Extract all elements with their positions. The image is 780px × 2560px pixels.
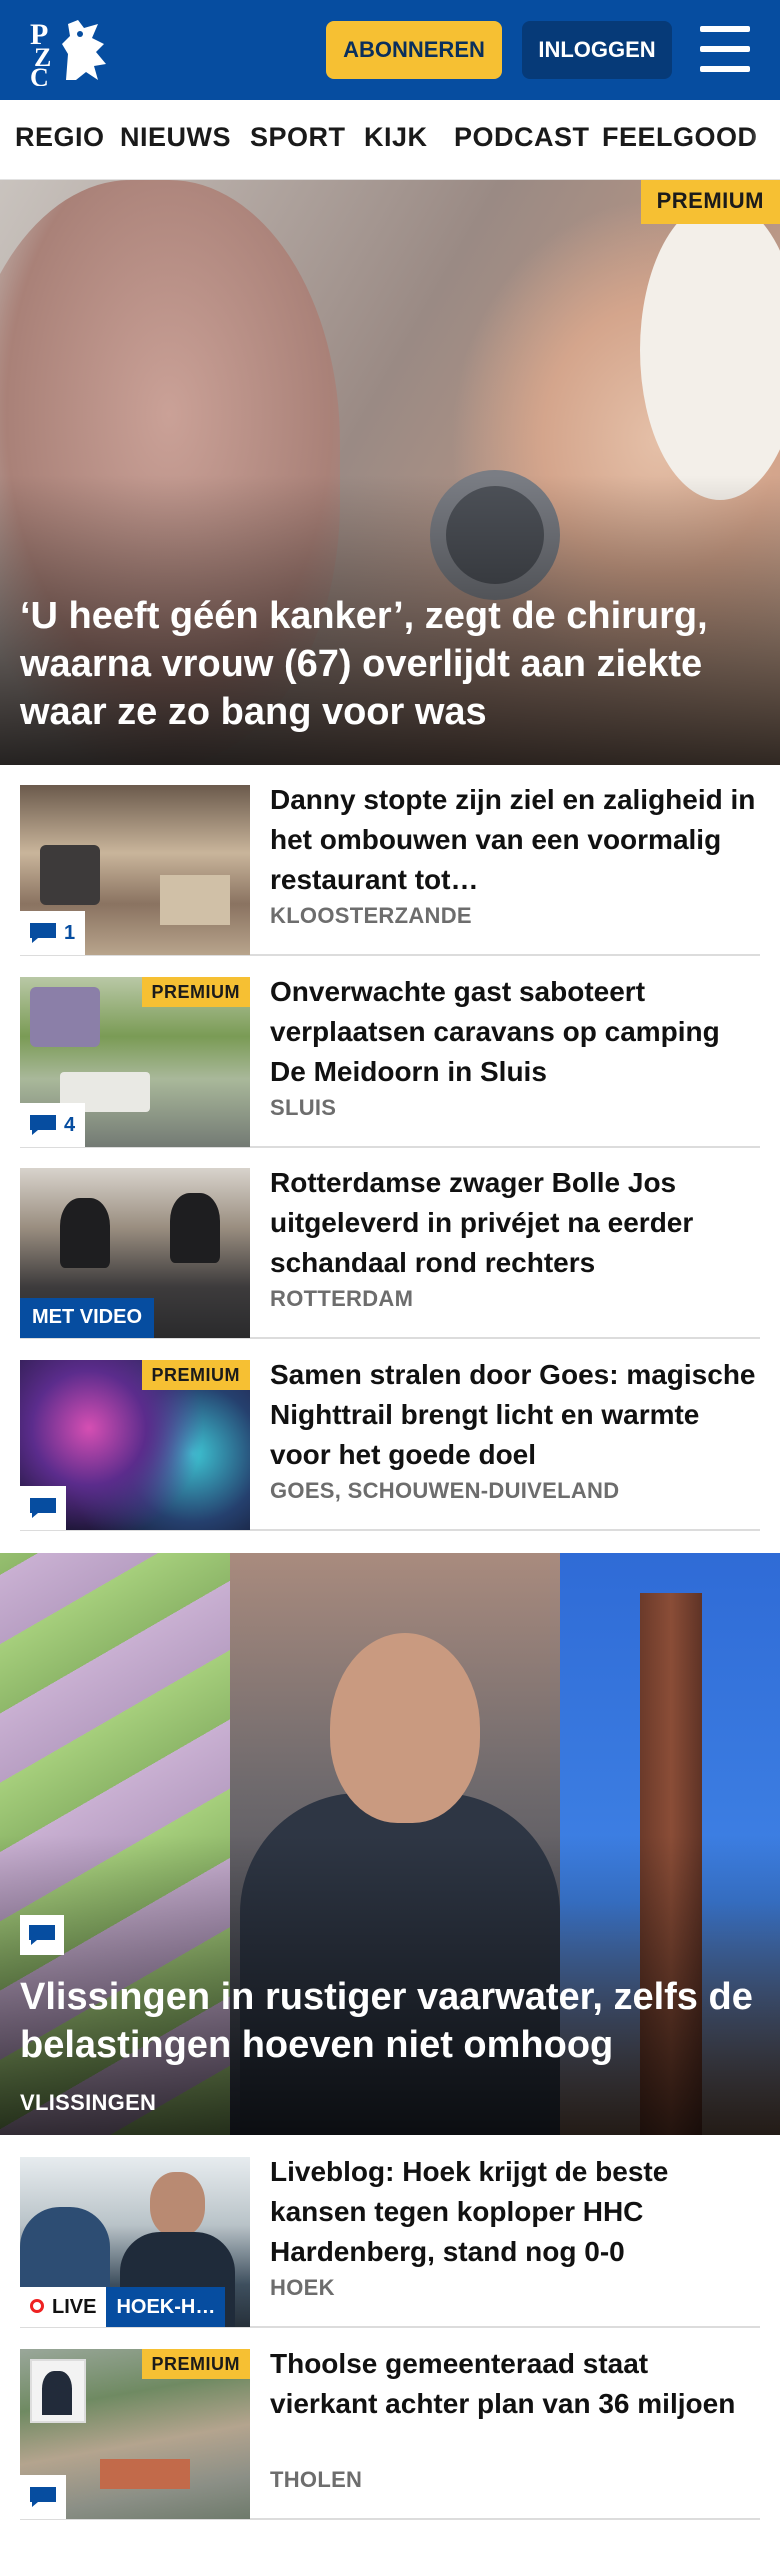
article-location: THOLEN bbox=[270, 2467, 363, 2492]
article-location: KLOOSTERZANDE bbox=[270, 903, 472, 928]
article-item[interactable]: PREMIUM 4 Onverwachte gast saboteert ver… bbox=[20, 972, 760, 1148]
article-title[interactable]: Rotterdamse zwager Bolle Jos uitgeleverd… bbox=[270, 1163, 760, 1283]
person-face-image bbox=[330, 1633, 480, 1823]
article-title[interactable]: Thoolse gemeenteraad staat vierkant acht… bbox=[270, 2344, 760, 2424]
video-badge: MET VIDEO bbox=[20, 1298, 155, 1338]
article-item[interactable]: MET VIDEO Rotterdamse zwager Bolle Jos u… bbox=[20, 1163, 760, 1339]
comment-count-badge: 1 bbox=[20, 911, 86, 955]
article-thumbnail: PREMIUM 4 bbox=[20, 977, 250, 1147]
comment-count: 1 bbox=[64, 921, 76, 944]
live-badge: LIVE HOEK-H… bbox=[20, 2287, 226, 2327]
article-thumbnail: 1 bbox=[20, 785, 250, 955]
pzc-logo[interactable]: P Z C bbox=[28, 14, 114, 86]
premium-badge: PREMIUM bbox=[141, 2349, 250, 2379]
section-nav: REGIO NIEUWS SPORT KIJK PODCAST FEELGOOD bbox=[0, 100, 780, 180]
comment-icon bbox=[30, 2487, 56, 2507]
comment-count-badge bbox=[20, 1486, 66, 1530]
article-title[interactable]: Liveblog: Hoek krijgt de beste kansen te… bbox=[270, 2152, 760, 2272]
nav-scroll-fade bbox=[750, 100, 780, 179]
site-header: P Z C ABONNEREN INLOGGEN bbox=[0, 0, 780, 100]
comment-icon bbox=[30, 1115, 56, 1135]
premium-badge: PREMIUM bbox=[640, 180, 780, 224]
live-label: LIVE bbox=[52, 2296, 97, 2318]
comment-icon bbox=[30, 923, 56, 943]
nav-item-sport[interactable]: SPORT bbox=[250, 122, 346, 153]
comment-icon bbox=[20, 1915, 64, 1955]
article-thumbnail: PREMIUM bbox=[20, 1360, 250, 1530]
live-dot-icon bbox=[30, 2299, 44, 2313]
article-item[interactable]: PREMIUM Thoolse gemeenteraad staat vierk… bbox=[20, 2344, 760, 2520]
hero-lace-image bbox=[640, 200, 780, 500]
comment-icon bbox=[30, 1498, 56, 1518]
article-thumbnail: LIVE HOEK-H… bbox=[20, 2157, 250, 2327]
nav-item-feelgood[interactable]: FEELGOOD bbox=[602, 122, 758, 153]
article-location: ROTTERDAM bbox=[270, 1286, 414, 1311]
featured-title[interactable]: Vlissingen in rustiger vaarwater, zelfs … bbox=[20, 1973, 765, 2069]
article-item[interactable]: LIVE HOEK-H… Liveblog: Hoek krijgt de be… bbox=[20, 2152, 760, 2328]
article-location: SLUIS bbox=[270, 1095, 337, 1120]
live-match-tag: HOEK-H… bbox=[106, 2287, 226, 2327]
comment-count: 4 bbox=[64, 1113, 76, 1136]
hero-title[interactable]: ‘U heeft géén kanker’, zegt de chirurg, … bbox=[20, 592, 760, 736]
nav-item-nieuws[interactable]: NIEUWS bbox=[120, 122, 231, 153]
svg-text:C: C bbox=[30, 63, 49, 86]
article-location: HOEK bbox=[270, 2275, 335, 2300]
comment-count-badge bbox=[20, 2475, 66, 2519]
premium-badge: PREMIUM bbox=[141, 977, 250, 1007]
hamburger-menu-icon[interactable] bbox=[698, 24, 752, 74]
article-item[interactable]: PREMIUM Samen stralen door Goes: magisch… bbox=[20, 1355, 760, 1531]
article-thumbnail: PREMIUM bbox=[20, 2349, 250, 2519]
article-location: GOES, SCHOUWEN-DUIVELAND bbox=[270, 1478, 620, 1503]
article-title[interactable]: Samen stralen door Goes: magische Nightt… bbox=[270, 1355, 760, 1475]
nav-item-podcast[interactable]: PODCAST bbox=[454, 122, 590, 153]
comment-count-badge: 4 bbox=[20, 1103, 86, 1147]
featured-location: VLISSINGEN bbox=[20, 2090, 157, 2115]
article-title[interactable]: Danny stopte zijn ziel en zaligheid in h… bbox=[270, 780, 760, 900]
premium-badge: PREMIUM bbox=[141, 1360, 250, 1390]
featured-article[interactable]: Vlissingen in rustiger vaarwater, zelfs … bbox=[0, 1553, 780, 2135]
article-title[interactable]: Onverwachte gast saboteert verplaatsen c… bbox=[270, 972, 760, 1092]
article-thumbnail: MET VIDEO bbox=[20, 1168, 250, 1338]
hero-article[interactable]: PREMIUM ‘U heeft géén kanker’, zegt de c… bbox=[0, 180, 780, 765]
live-indicator: LIVE bbox=[20, 2287, 107, 2327]
nav-item-regio[interactable]: REGIO bbox=[15, 122, 105, 153]
nav-item-kijk[interactable]: KIJK bbox=[364, 122, 428, 153]
login-button[interactable]: INLOGGEN bbox=[522, 21, 672, 79]
article-item[interactable]: 1 Danny stopte zijn ziel en zaligheid in… bbox=[20, 780, 760, 956]
subscribe-button[interactable]: ABONNEREN bbox=[326, 21, 502, 79]
